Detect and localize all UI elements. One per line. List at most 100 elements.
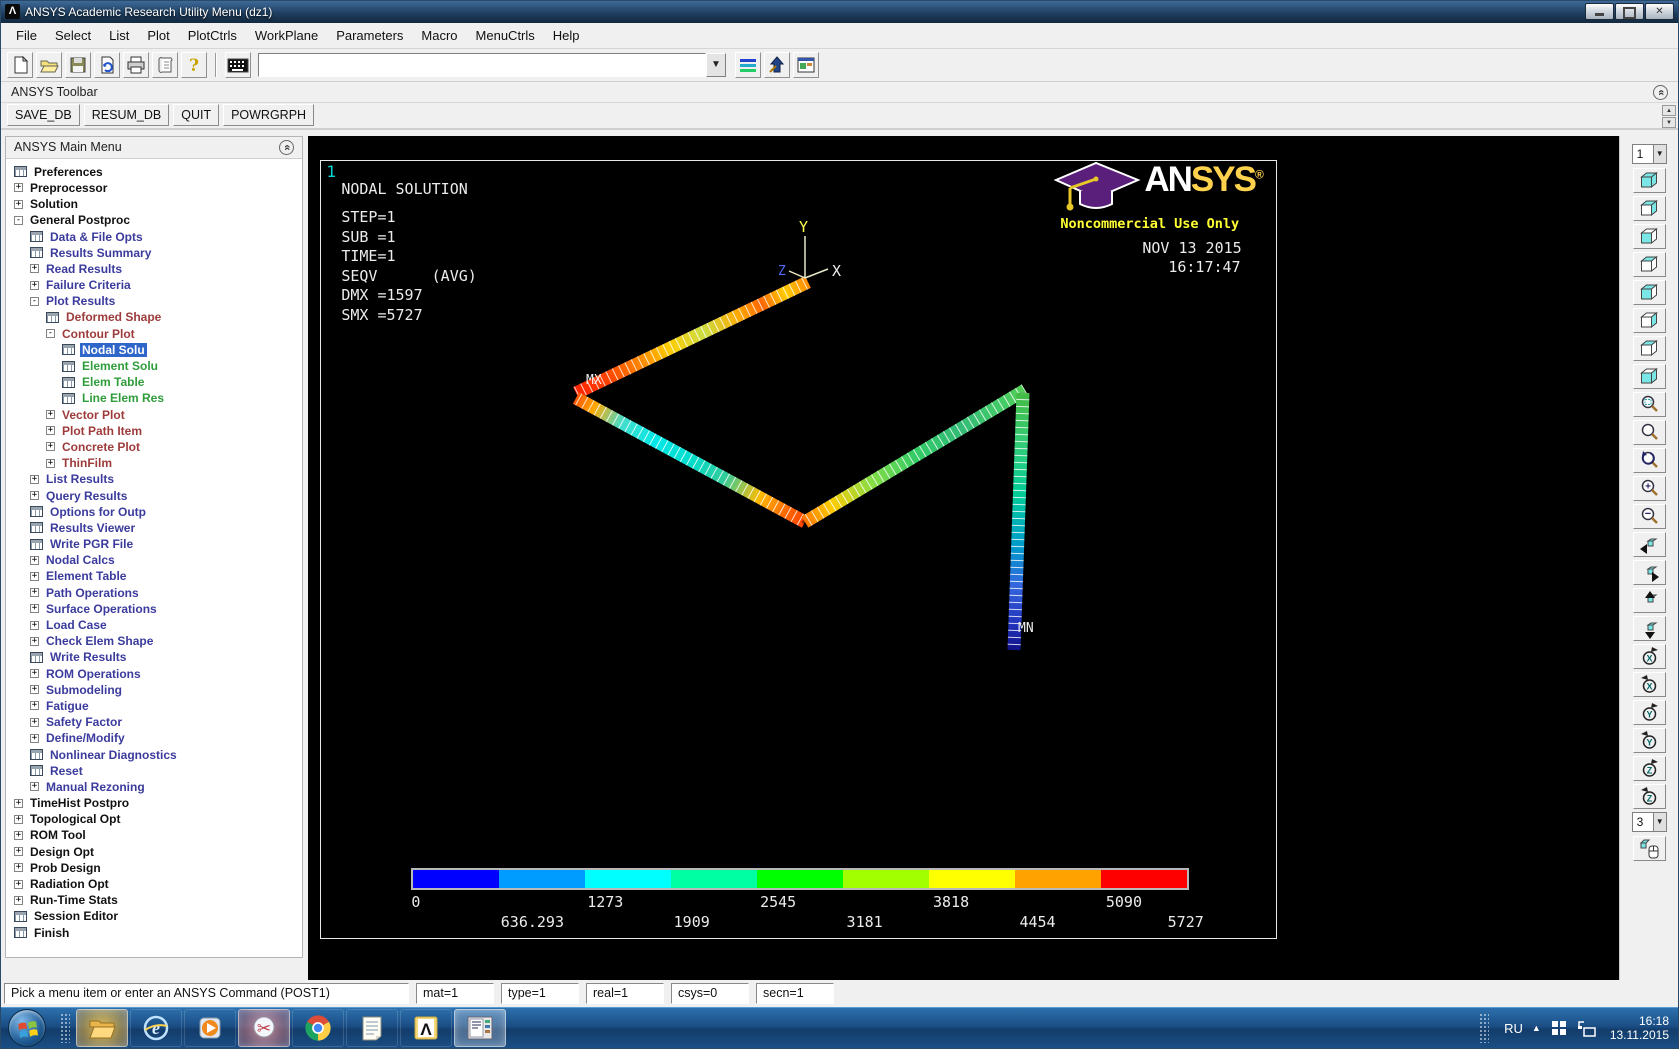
tree-item-contour-plot[interactable]: -Contour Plot: [6, 326, 302, 342]
tree-item-radiation-opt[interactable]: +Radiation Opt: [6, 876, 302, 892]
show-hidden-icons-button[interactable]: ▲: [1532, 1023, 1541, 1033]
menu-select[interactable]: Select: [46, 24, 100, 47]
scroll-down-button[interactable]: ▼: [1662, 117, 1676, 128]
view-bottom-button[interactable]: [1633, 364, 1666, 389]
zoom-window-button[interactable]: [1633, 392, 1666, 417]
new-file-button[interactable]: [7, 52, 33, 78]
expand-icon[interactable]: +: [30, 669, 39, 678]
pan-left-button[interactable]: [1633, 532, 1666, 557]
command-input[interactable]: [258, 53, 706, 77]
tree-item-manual-rezoning[interactable]: +Manual Rezoning: [6, 779, 302, 795]
tree-item-general-postproc[interactable]: -General Postproc: [6, 212, 302, 228]
menu-macro[interactable]: Macro: [412, 24, 466, 47]
view-front-button[interactable]: [1633, 224, 1666, 249]
expand-icon[interactable]: +: [14, 847, 23, 856]
view-top-button[interactable]: [1633, 336, 1666, 361]
menu-sheet-icon[interactable]: [62, 377, 75, 388]
toolbar-button-powrgrph[interactable]: POWRGRPH: [223, 104, 314, 126]
close-button[interactable]: ✕: [1645, 3, 1674, 20]
menu-sheet-icon[interactable]: [62, 344, 75, 355]
view-left-button[interactable]: [1633, 308, 1666, 333]
tree-item-vector-plot[interactable]: +Vector Plot: [6, 407, 302, 423]
toolbar-button-save-db[interactable]: SAVE_DB: [7, 104, 80, 126]
expand-icon[interactable]: +: [14, 200, 23, 209]
zoom-in-button[interactable]: +: [1633, 476, 1666, 501]
expand-icon[interactable]: +: [46, 442, 55, 451]
rotate-z-minus-button[interactable]: Z: [1633, 784, 1666, 809]
tree-item-elem-table[interactable]: Elem Table: [6, 374, 302, 390]
tree-item-results-summary[interactable]: Results Summary: [6, 245, 302, 261]
expand-icon[interactable]: +: [30, 718, 39, 727]
expand-icon[interactable]: +: [30, 588, 39, 597]
menu-sheet-icon[interactable]: [30, 522, 43, 533]
expand-icon[interactable]: +: [14, 863, 23, 872]
expand-icon[interactable]: +: [14, 799, 23, 808]
expand-icon[interactable]: +: [30, 572, 39, 581]
pan-down-button[interactable]: [1633, 616, 1666, 641]
rotate-rate-select-dropdown-button[interactable]: ▼: [1653, 812, 1667, 832]
menu-sheet-icon[interactable]: [30, 506, 43, 517]
tree-item-path-operations[interactable]: +Path Operations: [6, 585, 302, 601]
menu-file[interactable]: File: [7, 24, 46, 47]
menu-workplane[interactable]: WorkPlane: [246, 24, 327, 47]
action-center-icon[interactable]: [1550, 1019, 1568, 1037]
menu-list[interactable]: List: [100, 24, 138, 47]
menu-sheet-icon[interactable]: [14, 166, 27, 177]
save-button[interactable]: [65, 52, 91, 78]
tree-item-line-elem-res[interactable]: Line Elem Res: [6, 390, 302, 406]
expand-icon[interactable]: +: [30, 264, 39, 273]
toolbar-button-quit[interactable]: QUIT: [173, 104, 219, 126]
pan-right-button[interactable]: [1633, 560, 1666, 585]
tree-item-preferences[interactable]: Preferences: [6, 164, 302, 180]
rotate-rate-select[interactable]: 3▼: [1632, 812, 1667, 832]
tree-item-nodal-calcs[interactable]: +Nodal Calcs: [6, 552, 302, 568]
expand-icon[interactable]: +: [30, 604, 39, 613]
menu-menuctrls[interactable]: MenuCtrls: [467, 24, 544, 47]
tree-item-plot-results[interactable]: -Plot Results: [6, 293, 302, 309]
tree-item-topological-opt[interactable]: +Topological Opt: [6, 811, 302, 827]
expand-icon[interactable]: +: [14, 896, 23, 905]
minimize-button[interactable]: [1585, 3, 1614, 20]
view-iso-button[interactable]: [1633, 168, 1666, 193]
expand-icon[interactable]: +: [30, 701, 39, 710]
raise-hidden-button[interactable]: [764, 52, 790, 78]
menu-help[interactable]: Help: [544, 24, 589, 47]
view-right-button[interactable]: [1633, 280, 1666, 305]
expand-icon[interactable]: +: [30, 491, 39, 500]
menu-plotctrls[interactable]: PlotCtrls: [179, 24, 246, 47]
tree-item-list-results[interactable]: +List Results: [6, 471, 302, 487]
image-capture-button[interactable]: [793, 52, 819, 78]
taskbar-app-chrome[interactable]: [292, 1009, 344, 1047]
tree-item-fatigue[interactable]: +Fatigue: [6, 698, 302, 714]
expand-icon[interactable]: +: [46, 410, 55, 419]
taskbar-app-internet-explorer[interactable]: e: [130, 1009, 182, 1047]
expand-icon[interactable]: +: [30, 782, 39, 791]
expand-icon[interactable]: +: [30, 621, 39, 630]
tree-item-check-elem-shape[interactable]: +Check Elem Shape: [6, 633, 302, 649]
script-button[interactable]: [152, 52, 178, 78]
tree-item-reset[interactable]: Reset: [6, 763, 302, 779]
collapse-icon[interactable]: -: [30, 297, 39, 306]
command-history-dropdown[interactable]: ▼: [706, 53, 726, 77]
tree-item-load-case[interactable]: +Load Case: [6, 617, 302, 633]
rotate-x-plus-button[interactable]: X: [1633, 644, 1666, 669]
tree-item-failure-criteria[interactable]: +Failure Criteria: [6, 277, 302, 293]
print-button[interactable]: [123, 52, 149, 78]
expand-icon[interactable]: +: [14, 815, 23, 824]
refresh-button[interactable]: [94, 52, 120, 78]
menu-sheet-icon[interactable]: [30, 539, 43, 550]
tree-item-concrete-plot[interactable]: +Concrete Plot: [6, 439, 302, 455]
tree-item-element-table[interactable]: +Element Table: [6, 568, 302, 584]
taskbar-app-notepad[interactable]: [346, 1009, 398, 1047]
tree-item-query-results[interactable]: +Query Results: [6, 487, 302, 503]
expand-icon[interactable]: +: [30, 637, 39, 646]
expand-icon[interactable]: +: [30, 734, 39, 743]
tree-item-rom-tool[interactable]: +ROM Tool: [6, 827, 302, 843]
tree-item-nonlinear-diagnostics[interactable]: Nonlinear Diagnostics: [6, 746, 302, 762]
network-icon[interactable]: [1577, 1019, 1597, 1037]
collapse-toolbar-button[interactable]: «: [1653, 85, 1668, 100]
expand-icon[interactable]: +: [46, 426, 55, 435]
taskbar-app-media-player[interactable]: [184, 1009, 236, 1047]
tree-item-design-opt[interactable]: +Design Opt: [6, 844, 302, 860]
menu-plot[interactable]: Plot: [138, 24, 178, 47]
